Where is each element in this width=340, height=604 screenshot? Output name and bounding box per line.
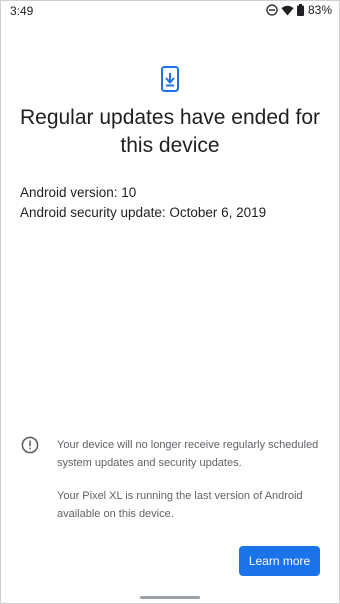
end-of-updates-notice: Your device will no longer receive regul…: [57, 436, 327, 538]
do-not-disturb-icon: [266, 4, 278, 16]
gesture-nav-handle[interactable]: [140, 596, 200, 599]
learn-more-button[interactable]: Learn more: [239, 546, 320, 576]
battery-icon: [296, 4, 304, 16]
android-version-text: Android version: 10: [20, 185, 137, 200]
device-info: Android version: 10 Android security upd…: [20, 183, 266, 222]
status-time: 3:49: [10, 4, 34, 18]
page-title: Regular updates have ended for this devi…: [19, 106, 321, 157]
info-alert-icon: [21, 436, 39, 454]
system-update-phone-icon: [161, 66, 179, 92]
wifi-icon: [281, 5, 294, 16]
battery-percent: 83%: [307, 3, 332, 17]
notice-paragraph-2: Your Pixel XL is running the last versio…: [57, 490, 303, 520]
status-icons: 83%: [266, 3, 332, 17]
notice-paragraph-1: Your device will no longer receive regul…: [57, 439, 319, 469]
status-bar: 3:49 83%: [0, 0, 340, 22]
security-update-text: Android security update: October 6, 2019: [20, 204, 267, 220]
